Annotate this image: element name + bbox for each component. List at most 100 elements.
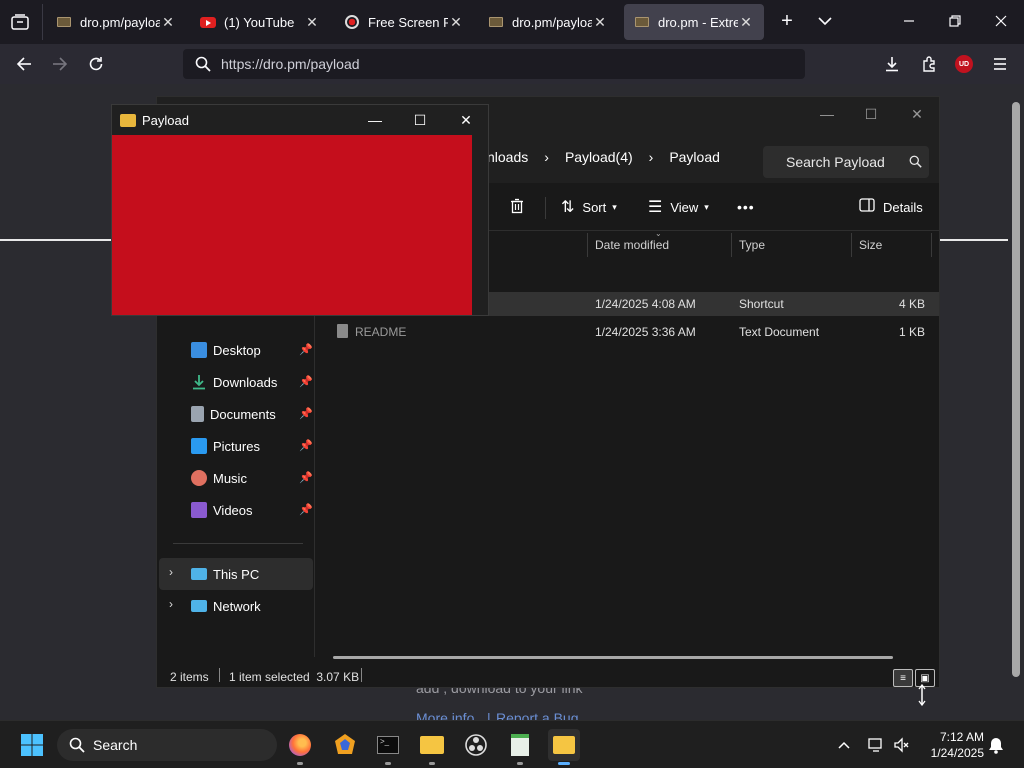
firefox-taskbar-icon[interactable] (284, 729, 316, 765)
restore-icon[interactable] (946, 12, 964, 30)
sidebar-item-pictures[interactable]: Pictures (191, 434, 260, 458)
system-clock[interactable]: 7:12 AM 1/24/2025 (918, 729, 984, 761)
network-status-icon[interactable] (867, 736, 885, 759)
sidebar-item-label: Videos (213, 502, 253, 518)
pin-icon[interactable]: 📌 (299, 471, 313, 484)
ublock-icon[interactable]: UD (952, 52, 976, 76)
sort-icon: ⇅ (561, 199, 575, 216)
reload-icon[interactable] (84, 52, 108, 76)
downloads-icon[interactable] (880, 52, 904, 76)
sidebar-item-videos[interactable]: Videos (191, 498, 253, 522)
column-type[interactable]: Type (739, 238, 765, 252)
notification-bell-icon[interactable] (988, 736, 1004, 759)
tab-dro-payload-1[interactable]: dro.pm/payload ✕ (46, 4, 186, 40)
status-divider (219, 668, 220, 682)
chevron-right-icon[interactable]: › (169, 565, 173, 579)
breadcrumb-item[interactable]: Payload (669, 149, 720, 165)
close-icon[interactable] (992, 12, 1010, 30)
close-tab-icon[interactable]: ✕ (448, 14, 464, 31)
sort-button[interactable]: ⇅ Sort ▾ (561, 195, 617, 219)
search-placeholder: Search Payload (786, 154, 885, 170)
notepad-taskbar-icon[interactable] (504, 729, 536, 765)
sidebar-item-downloads[interactable]: Downloads (191, 370, 277, 394)
sidebar-item-music[interactable]: Music (191, 466, 247, 490)
view-button[interactable]: ☰ View ▾ (648, 195, 709, 219)
close-tab-icon[interactable]: ✕ (738, 14, 754, 31)
column-divider (851, 233, 852, 257)
youtube-favicon (200, 14, 216, 30)
taskbar: Search >_ 7:12 AM 1/24/2025 (0, 720, 1024, 768)
horizontal-scrollbar[interactable] (333, 656, 893, 659)
tab-dro-payload-2[interactable]: dro.pm/payload ✕ (478, 4, 618, 40)
desktop-icon (191, 342, 207, 358)
payload-close-icon[interactable]: ✕ (451, 109, 481, 131)
payload-window-title: Payload (142, 112, 189, 128)
pin-icon[interactable]: 📌 (299, 439, 313, 452)
back-icon[interactable] (12, 52, 36, 76)
pin-icon[interactable]: 📌 (299, 503, 313, 516)
page-scrollbar-thumb[interactable] (1012, 102, 1020, 677)
details-pane-button[interactable]: Details (859, 195, 923, 219)
column-date-modified[interactable]: Date modified (595, 238, 669, 252)
forward-icon[interactable] (48, 52, 72, 76)
payload-folder-taskbar-icon[interactable] (548, 729, 580, 765)
file-explorer-taskbar-icon[interactable] (416, 729, 448, 765)
tab-youtube[interactable]: (1) YouTube ✕ (190, 4, 330, 40)
column-size[interactable]: Size (859, 238, 882, 252)
tab-screen-recorder[interactable]: Free Screen Reco ✕ (334, 4, 474, 40)
explorer-maximize-icon[interactable]: ☐ (851, 101, 891, 127)
sidebar-item-this-pc[interactable]: This PC (191, 562, 259, 586)
status-selection: 1 item selected 3.07 KB (229, 670, 360, 684)
column-divider (587, 233, 588, 257)
breadcrumb[interactable]: nloads › Payload(4) › Payload (479, 141, 736, 173)
more-label: ••• (737, 199, 755, 215)
explorer-minimize-icon[interactable]: — (807, 101, 847, 127)
tab-list-icon[interactable] (10, 12, 30, 32)
file-date: 1/24/2025 3:36 AM (595, 325, 696, 339)
search-input[interactable]: Search Payload (763, 146, 929, 178)
colorful-app-taskbar-icon[interactable] (329, 729, 361, 761)
explorer-close-icon[interactable]: ✕ (897, 101, 937, 127)
browser-tab-bar: dro.pm/payload ✕ (1) YouTube ✕ Free Scre… (0, 0, 1024, 44)
new-tab-icon[interactable]: + (776, 10, 798, 34)
sidebar-item-network[interactable]: Network (191, 594, 261, 618)
breadcrumb-item[interactable]: Payload(4) (565, 149, 633, 165)
details-view-icon[interactable]: ≡ (893, 669, 913, 687)
sidebar-item-label: Downloads (213, 374, 278, 390)
payload-minimize-icon[interactable]: — (360, 109, 390, 131)
pin-icon[interactable]: 📌 (299, 343, 313, 356)
chevron-up-icon[interactable] (836, 737, 852, 758)
sort-label: Sort (582, 199, 607, 215)
taskbar-search[interactable]: Search (57, 729, 277, 761)
list-all-tabs-icon[interactable] (816, 12, 836, 32)
volume-muted-icon[interactable] (893, 736, 911, 759)
close-tab-icon[interactable]: ✕ (304, 14, 320, 31)
delete-button[interactable] (509, 195, 525, 219)
sidebar-item-documents[interactable]: Documents (191, 402, 276, 426)
menu-icon[interactable] (988, 52, 1012, 76)
pin-icon[interactable]: 📌 (299, 375, 313, 388)
close-tab-icon[interactable]: ✕ (160, 14, 176, 31)
breadcrumb-item[interactable]: nloads (487, 149, 528, 165)
search-icon (69, 737, 85, 756)
tab-dro-extreme[interactable]: dro.pm - Extrem ✕ (624, 4, 764, 40)
close-tab-icon[interactable]: ✕ (592, 14, 608, 31)
url-bar[interactable]: https://dro.pm/payload (183, 49, 805, 79)
column-divider (931, 233, 932, 257)
minimize-icon[interactable] (900, 12, 918, 30)
obs-taskbar-icon[interactable] (460, 729, 492, 761)
sidebar-item-desktop[interactable]: Desktop (191, 338, 261, 362)
chevron-right-icon[interactable]: › (169, 597, 173, 611)
tab-title: dro.pm/payload (512, 14, 592, 30)
payload-red-content (112, 135, 472, 315)
more-options-button[interactable]: ••• (737, 195, 755, 219)
start-button[interactable] (16, 729, 48, 761)
file-row-readme[interactable]: README 1/24/2025 3:36 AM Text Document 1… (329, 320, 939, 344)
terminal-taskbar-icon[interactable]: >_ (372, 729, 404, 765)
extensions-icon[interactable] (917, 52, 941, 76)
details-pane-icon (859, 197, 875, 217)
tab-title: (1) YouTube (224, 14, 295, 30)
payload-maximize-icon[interactable]: ☐ (405, 109, 435, 131)
pin-icon[interactable]: 📌 (299, 407, 313, 420)
this-pc-icon (191, 568, 207, 580)
